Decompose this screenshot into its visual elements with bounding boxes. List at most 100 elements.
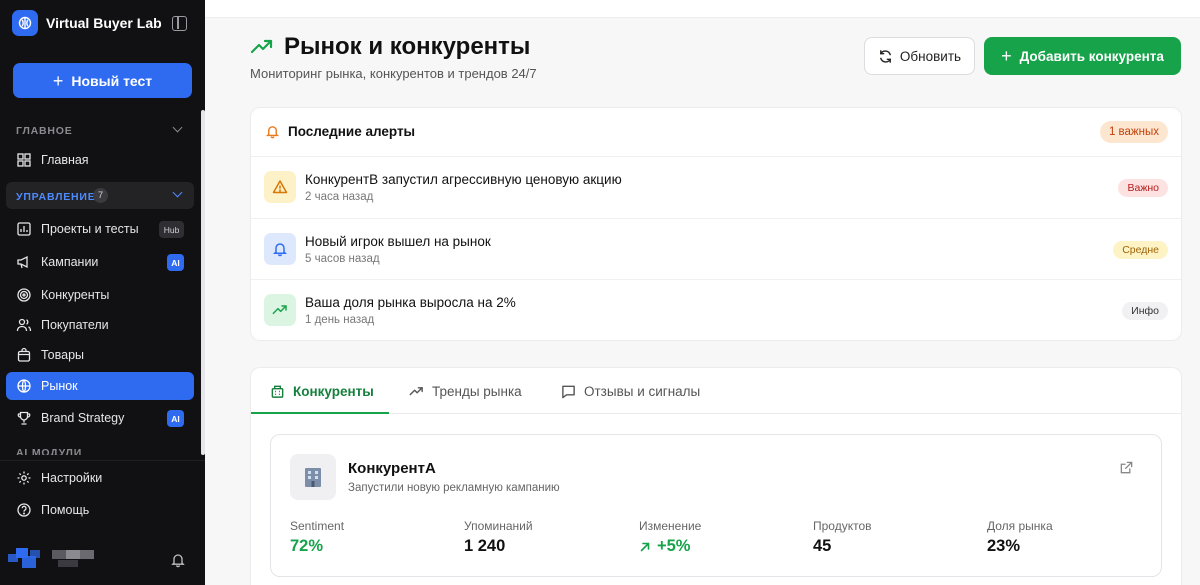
alert-time: 2 часа назад [305,191,374,203]
trophy-icon [17,411,31,425]
page-title: Рынок и конкуренты [250,33,530,61]
stat-value: 72% [290,537,324,555]
sidebar-item-help[interactable]: Помощь [6,496,194,524]
stat-label: Продуктов [813,519,872,533]
sidebar-item-market[interactable]: Рынок [6,372,194,400]
competitor-name: КонкурентА [348,460,436,477]
alert-time: 5 часов назад [305,253,380,265]
arrow-up-right-icon [640,542,650,551]
severity-badge: Инфо [1122,302,1168,320]
page-title-text: Рынок и конкуренты [284,33,531,60]
tab-competitors[interactable]: Конкуренты [270,368,374,414]
stat-value: 23% [987,537,1021,555]
bag-icon [17,347,31,362]
tab-label: Тренды рынка [432,383,522,399]
stat-label: Упоминаний [464,519,533,533]
warning-icon [264,171,296,203]
brain-icon [12,10,38,36]
alert-row[interactable]: КонкурентВ запустил агрессивную ценовую … [251,156,1181,218]
bell-icon [264,233,296,265]
sidebar-item-brand-strategy[interactable]: Brand Strategy [6,404,194,432]
alerts-card: Последние алерты 1 важных КонкурентВ зап… [250,107,1182,341]
trend-up-icon [264,294,296,326]
alert-row[interactable]: Ваша доля рынка выросла на 2% 1 день наз… [251,279,1181,341]
plus-icon: + [1001,45,1012,66]
tab-label: Отзывы и сигналы [584,383,701,399]
severity-badge: Средне [1113,241,1168,259]
external-link-icon[interactable] [1119,460,1134,475]
sidebar-item-label: Проекты и тесты [41,222,139,236]
alert-title: Ваша доля рынка выросла на 2% [305,295,516,310]
sidebar-item-label: Товары [41,348,84,362]
collapse-sidebar-icon[interactable] [172,16,187,31]
top-bar [205,0,1200,18]
notifications-bell-icon[interactable] [170,552,186,568]
sidebar-item-settings[interactable]: Настройки [6,464,194,492]
grid-icon [17,153,31,167]
sidebar-item-label: Конкуренты [41,288,110,302]
tab-market-trends[interactable]: Тренды рынка [409,368,522,414]
sidebar-item-label: Рынок [41,379,78,393]
ai-tag: AI [167,254,184,271]
stat-mentions: Упоминаний 1 240 [464,519,533,556]
add-competitor-button[interactable]: + Добавить конкурента [984,37,1181,75]
users-icon [16,318,32,332]
trend-up-icon [409,386,423,395]
user-name-blurred [52,550,94,568]
ai-tag: AI [167,410,184,427]
sidebar-item-label: Покупатели [41,318,109,332]
stat-value: 1 240 [464,537,506,555]
sidebar-item-label: Кампании [41,255,99,269]
add-competitor-label: Добавить конкурента [1019,48,1164,64]
alert-row[interactable]: Новый игрок вышел на рынок 5 часов назад… [251,218,1181,280]
page-subtitle: Мониторинг рынка, конкурентов и трендов … [250,66,537,81]
building-icon [290,454,336,500]
section-manage-label: УПРАВЛЕНИЕ [16,191,96,203]
section-main-label[interactable]: ГЛАВНОЕ [16,125,73,137]
sidebar-item-campaigns[interactable]: Кампании [6,248,194,276]
stat-label: Sentiment [290,519,345,533]
gear-icon [17,471,31,485]
important-count-badge: 1 важных [1099,121,1168,143]
message-icon [562,385,575,398]
stat-change: Изменение +5% [639,519,701,556]
sidebar-item-home[interactable]: Главная [6,146,194,174]
stat-label: Доля рынка [987,519,1053,533]
new-test-label: Новый тест [71,72,153,89]
new-test-button[interactable]: + Новый тест [13,63,192,98]
sidebar-item-competitors[interactable]: Конкуренты [6,281,194,309]
alert-time: 1 день назад [305,314,375,326]
brand-name: Virtual Buyer Lab [46,15,162,31]
sidebar-item-label: Помощь [41,503,90,517]
refresh-icon [880,49,891,63]
competitor-card[interactable]: КонкурентА Запустили новую рекламную кам… [270,434,1162,577]
sidebar-item-label: Главная [41,153,89,167]
sidebar-item-products[interactable]: Товары [6,341,194,369]
market-tabs-card: Конкуренты Тренды рынка Отзывы и сигналы [250,367,1182,585]
refresh-button[interactable]: Обновить [864,37,975,75]
alerts-header: Последние алерты [265,124,415,139]
main-content: Рынок и конкуренты Мониторинг рынка, кон… [205,0,1200,585]
tab-label: Конкуренты [293,383,374,399]
avatar[interactable] [8,546,44,574]
stat-change-value: +5% [639,537,701,556]
tabs: Конкуренты Тренды рынка Отзывы и сигналы [251,368,1181,414]
brand[interactable]: Virtual Buyer Lab [12,10,162,36]
sidebar: Virtual Buyer Lab + Новый тест ГЛАВНОЕ Г… [0,0,205,585]
sidebar-item-buyers[interactable]: Покупатели [6,311,194,339]
tab-reviews-signals[interactable]: Отзывы и сигналы [561,368,700,414]
divider [0,460,205,461]
stat-sentiment: Sentiment 72% [290,519,344,556]
stat-market-share: Доля рынка 23% [987,519,1053,556]
trend-up-icon [250,39,273,54]
bell-icon [265,126,280,139]
plus-icon: + [52,70,64,91]
chevron-down-icon[interactable] [172,122,183,133]
alert-title: КонкурентВ запустил агрессивную ценовую … [305,172,622,187]
section-ai-label[interactable]: AI МОДУЛИ [16,447,82,455]
globe-icon [17,379,31,393]
stat-label: Изменение [639,519,702,533]
stat-value: 45 [813,537,832,555]
stat-value: +5% [657,537,691,555]
manage-count-badge: 7 [93,188,108,203]
